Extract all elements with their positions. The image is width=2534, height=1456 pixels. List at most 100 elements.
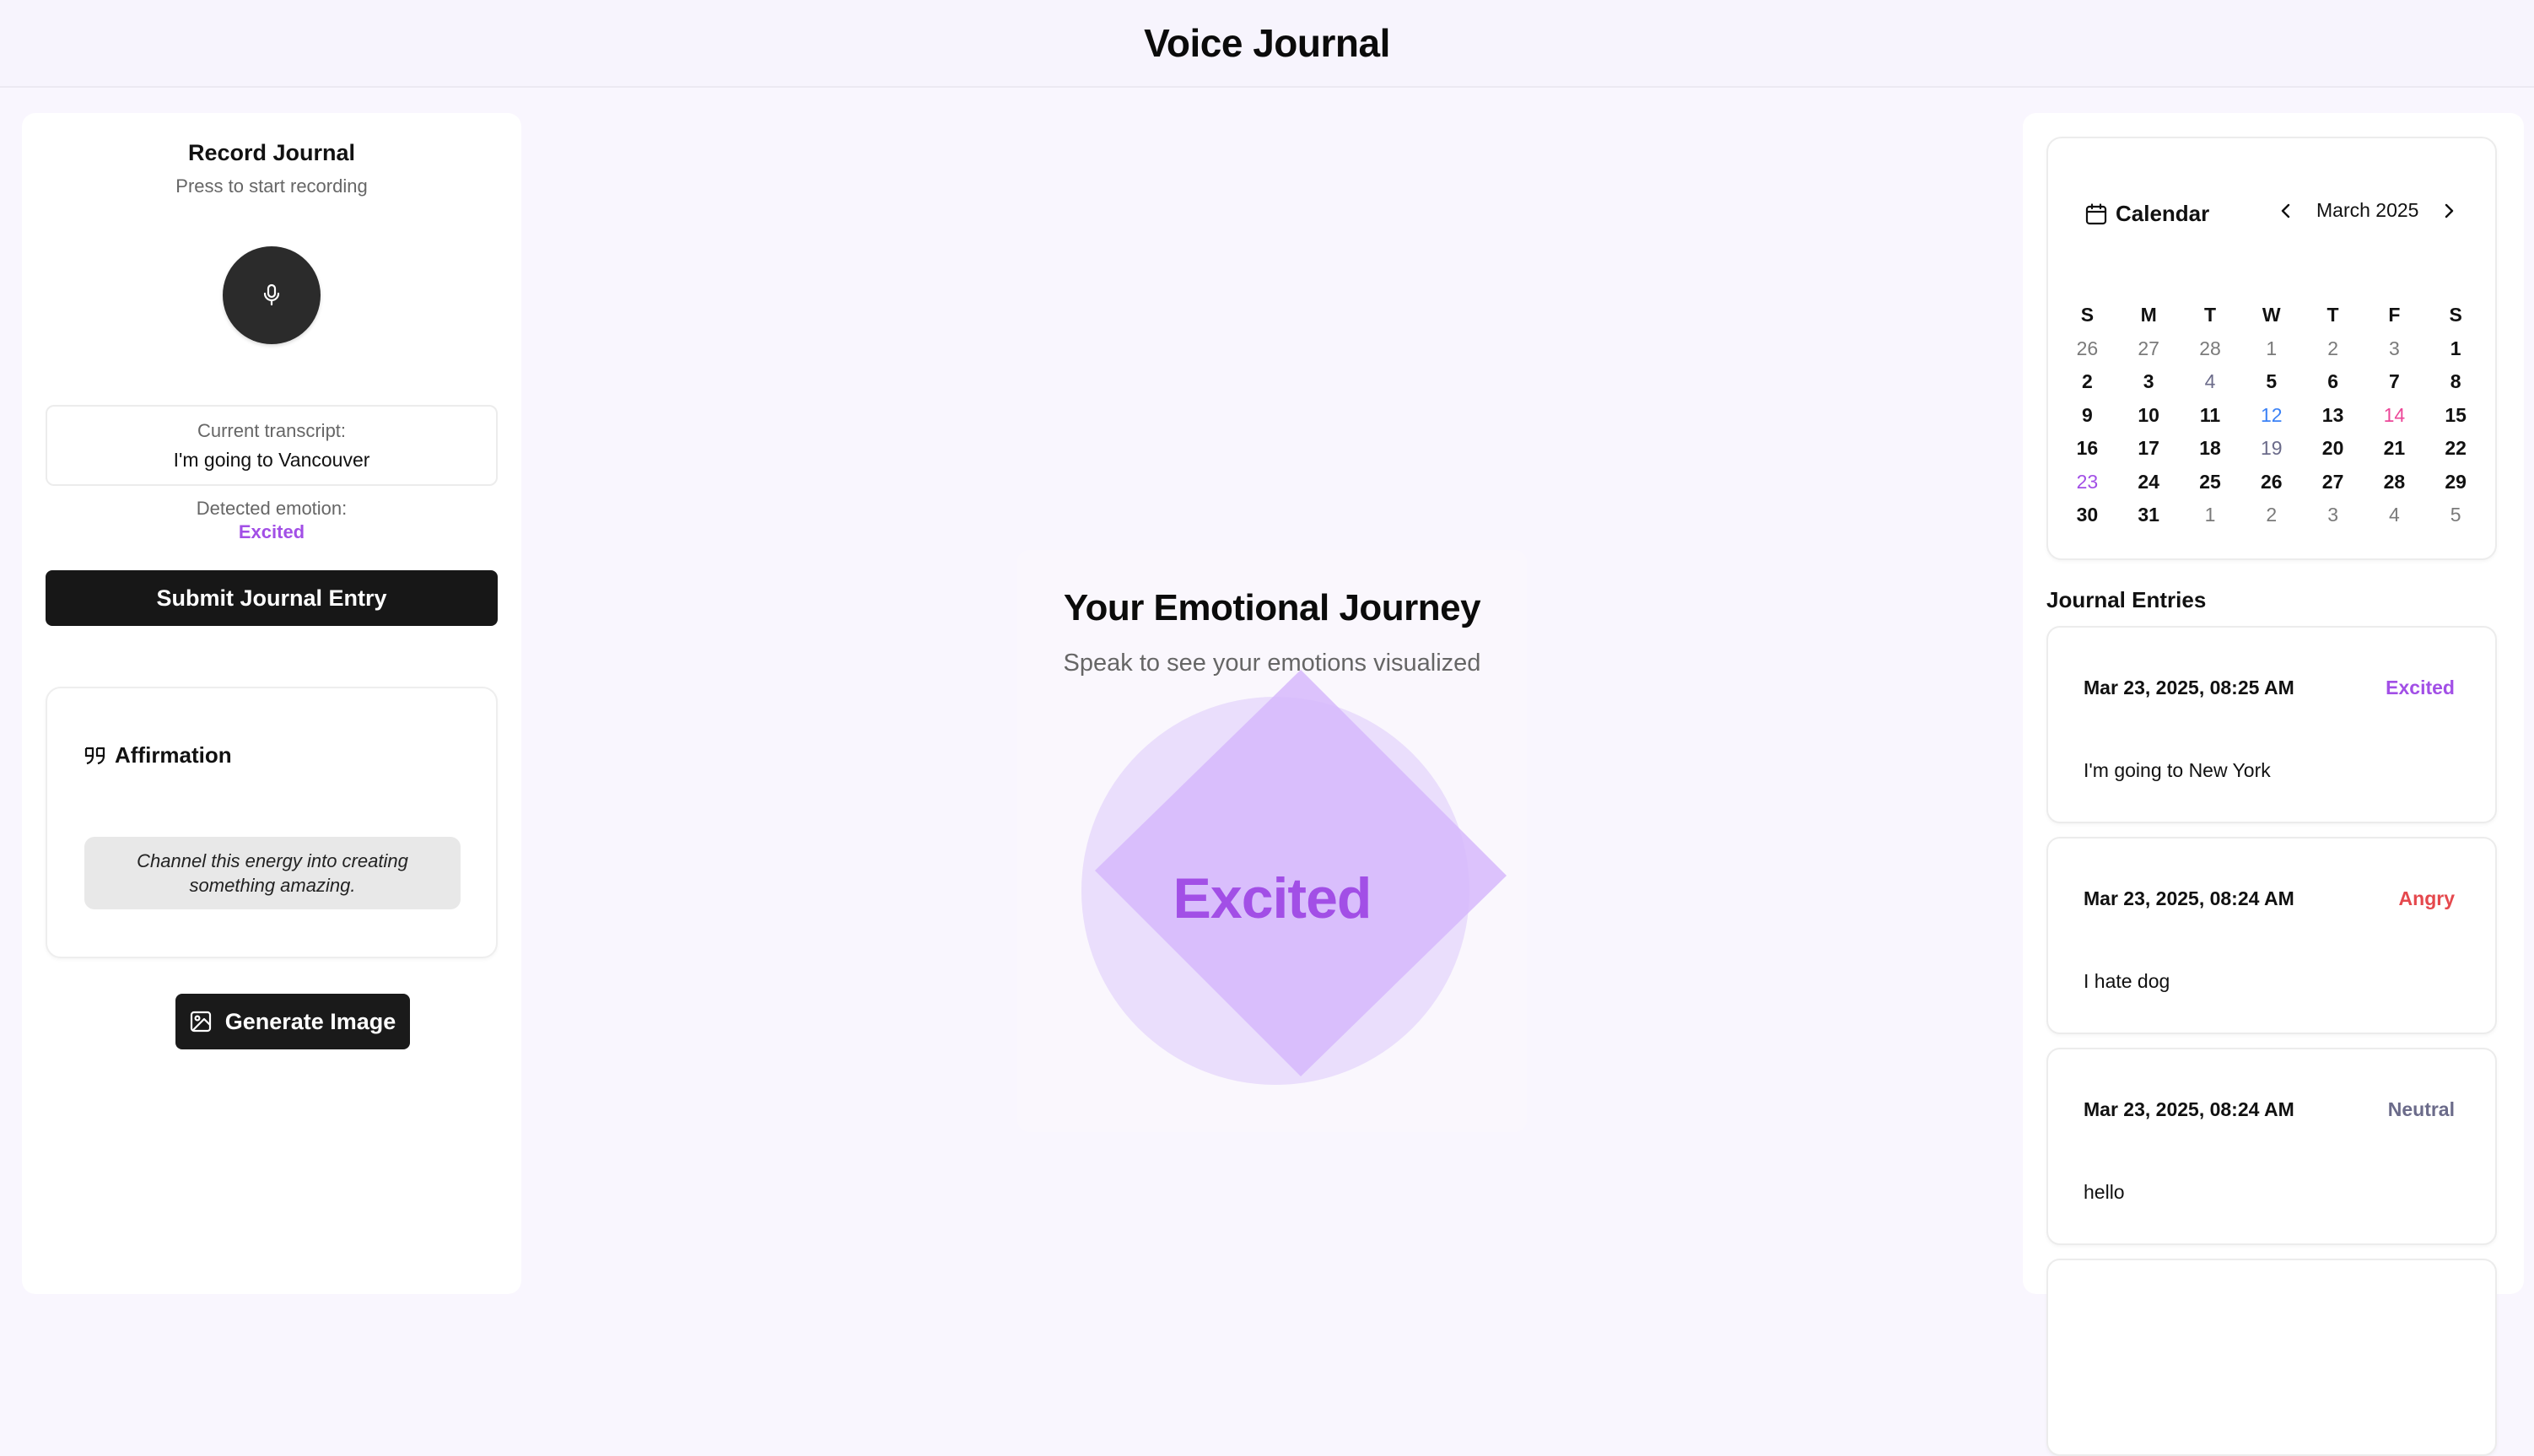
submit-journal-button[interactable]: Submit Journal Entry [46,570,498,626]
calendar-day[interactable]: 28 [2364,471,2425,493]
weekday-label: T [2203,304,2217,326]
calendar-day[interactable]: 14 [2364,404,2425,427]
calendar-day[interactable]: 25 [2180,471,2241,493]
calendar-day[interactable]: 10 [2118,404,2180,427]
entry-emotion: Excited [2386,677,2455,698]
generate-image-label: Generate Image [224,1008,396,1034]
quote-icon [84,747,105,764]
transcript-label: Current transcript: [197,420,347,441]
calendar-day[interactable]: 2 [2302,337,2364,360]
calendar-day[interactable]: 4 [2364,504,2425,526]
entry-date: Mar 23, 2025, 08:24 AM [2084,887,2294,909]
affirmation-text: Channel this energy into creating someth… [84,837,461,909]
record-title: Record Journal [187,140,356,165]
detected-emotion-value: Excited [238,521,305,542]
record-panel: Record Journal Press to start recording … [22,113,521,1294]
prev-month-button[interactable] [2276,201,2296,221]
calendar-day[interactable]: 3 [2302,504,2364,526]
calendar-day[interactable]: 28 [2180,337,2241,360]
calendar-day[interactable]: 8 [2425,370,2487,393]
top-bar: Voice Journal [0,0,2534,88]
journal-entry-card[interactable]: Mar 23, 2025, 08:24 AM Angry I hate dog [2046,837,2497,1034]
weekday-label: S [2449,304,2462,326]
calendar-day[interactable]: 16 [2057,437,2118,460]
calendar-day[interactable]: 2 [2240,504,2302,526]
side-panel: Calendar March 2025 S M T W T F S 26 27 28 1 2 3 1 2 3 4… [2023,113,2524,1456]
calendar-day[interactable]: 20 [2302,437,2364,460]
weekday-label: M [2140,304,2157,326]
calendar-nav: March 2025 [2276,199,2459,222]
calendar-day[interactable]: 11 [2180,404,2241,427]
affirmation-card: Affirmation Channel this energy into cre… [46,687,498,958]
calendar-day[interactable]: 27 [2302,471,2364,493]
calendar-title: Calendar [2116,201,2210,226]
journey-title: Your Emotional Journey [1063,587,1481,628]
calendar-week-row: 30 31 1 2 3 4 5 [2057,499,2487,532]
entry-date: Mar 23, 2025, 08:25 AM [2084,677,2294,698]
entry-emotion: Angry [2398,887,2455,909]
app-title: Voice Journal [1144,21,1390,65]
calendar-day[interactable]: 30 [2057,504,2118,526]
chevron-right-icon [2445,203,2454,218]
calendar-day[interactable]: 12 [2240,404,2302,427]
calendar-day[interactable]: 2 [2057,370,2118,393]
entry-text: I'm going to New York [2084,759,2271,781]
calendar-day[interactable]: 22 [2425,437,2487,460]
journal-entries-title: Journal Entries [2046,587,2207,612]
calendar-day[interactable]: 31 [2118,504,2180,526]
calendar-day[interactable]: 9 [2057,404,2118,427]
weekday-label: S [2080,304,2095,326]
calendar-card: Calendar March 2025 S M T W T F S 26 27 28 1 2 3 1 2 3 4… [2046,137,2497,560]
record-subtitle: Press to start recording [175,175,368,197]
transcript-text: I'm going to Vancouver [173,449,370,471]
calendar-day[interactable]: 23 [2057,471,2118,493]
journal-entry-card[interactable]: Mar 23, 2025, 08:24 AM Neutral hello [2046,1048,2497,1245]
calendar-day[interactable]: 3 [2364,337,2425,360]
calendar-day[interactable]: 17 [2118,437,2180,460]
calendar-day[interactable]: 5 [2425,504,2487,526]
generate-image-button[interactable]: Generate Image [175,994,410,1049]
calendar-week-row: 16 17 18 19 20 21 22 [2057,432,2487,466]
calendar-icon [2085,202,2107,224]
calendar-day[interactable]: 26 [2240,471,2302,493]
calendar-day[interactable]: 27 [2118,337,2180,360]
calendar-day[interactable]: 19 [2240,437,2302,460]
calendar-day[interactable]: 1 [2425,337,2487,360]
calendar-day[interactable]: 18 [2180,437,2241,460]
calendar-day[interactable]: 6 [2302,370,2364,393]
calendar-week-row: 9 10 11 12 13 14 15 [2057,399,2487,433]
entry-emotion: Neutral [2387,1098,2455,1120]
calendar-week-row: 26 27 28 1 2 3 1 [2057,332,2487,366]
journal-entry-card[interactable]: Mar 23, 2025, 08:25 AM Excited I'm going t… [2046,626,2497,823]
calendar-day[interactable]: 1 [2180,504,2241,526]
calendar-day[interactable]: 24 [2118,471,2180,493]
calendar-day[interactable]: 4 [2180,370,2241,393]
microphone-icon [263,283,280,306]
calendar-grid: S M T W T F S 26 27 28 1 2 3 1 2 3 4 5 6 7 8 9 10 11 12 13 14 15 16 1… [2057,299,2487,532]
record-button[interactable] [223,246,321,344]
journey-subtitle: Speak to see your emotions visualized [1063,650,1481,677]
affirmation-title: Affirmation [115,742,232,768]
calendar-day[interactable]: 7 [2364,370,2425,393]
calendar-day[interactable]: 26 [2057,337,2118,360]
calendar-header: Calendar [2085,201,2209,227]
affirmation-header: Affirmation [84,742,232,768]
calendar-day[interactable]: 1 [2240,337,2302,360]
next-month-button[interactable] [2439,201,2459,221]
chevron-left-icon [2281,203,2290,218]
entry-date: Mar 23, 2025, 08:24 AM [2084,1098,2294,1120]
journal-entry-card[interactable] [2046,1259,2497,1456]
calendar-day[interactable]: 13 [2302,404,2364,427]
calendar-day[interactable]: 3 [2118,370,2180,393]
calendar-month: March 2025 [2316,199,2419,221]
entry-text: hello [2084,1181,2125,1203]
calendar-day[interactable]: 5 [2240,370,2302,393]
calendar-day[interactable]: 21 [2364,437,2425,460]
weekday-label: W [2262,304,2281,326]
calendar-day[interactable]: 15 [2425,404,2487,427]
calendar-day[interactable]: 29 [2425,471,2487,493]
detected-emotion-label: Detected emotion: [196,498,348,519]
emotion-visualization [1081,670,1507,1085]
weekday-label: T [2326,304,2339,326]
calendar-week-row: 23 24 25 26 27 28 29 [2057,466,2487,499]
